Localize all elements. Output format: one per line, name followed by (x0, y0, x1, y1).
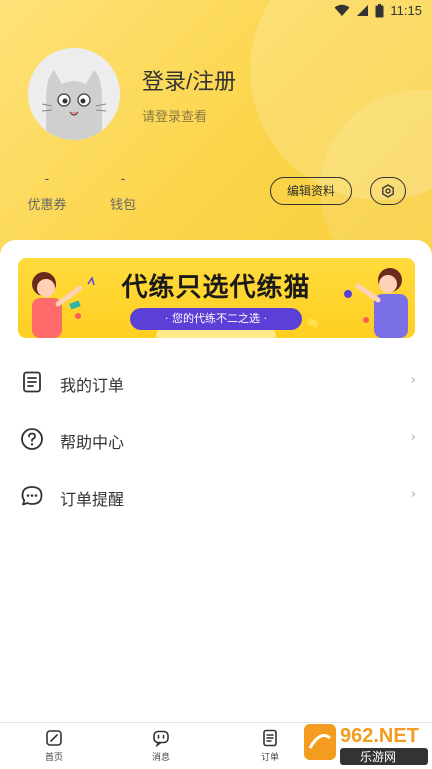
wallet-label: 钱包 (109, 197, 136, 212)
question-icon (21, 428, 43, 450)
chevron-right-icon: › (410, 373, 416, 388)
status-time: 11:15 (390, 3, 422, 18)
menu-label-my-orders: 我的订单 (60, 378, 125, 395)
login-hint-text: 请登录查看 (142, 109, 208, 124)
watermark-logo: 962.NET 乐游网 (300, 718, 432, 769)
settings-button[interactable] (370, 177, 406, 205)
coupon-label: 优惠券 (27, 197, 67, 212)
settings-icon (382, 184, 394, 198)
coupon-stat[interactable]: - 优惠券 (17, 170, 77, 213)
edit-profile-button[interactable]: 编辑资料 (270, 177, 352, 205)
home-icon (46, 730, 62, 746)
chevron-right-icon: › (410, 487, 416, 502)
order-list-icon (23, 371, 41, 393)
order-icon (263, 729, 277, 747)
wifi-icon (334, 4, 350, 16)
menu-label-order-reminder: 订单提醒 (60, 492, 125, 509)
battery-icon (375, 3, 384, 17)
promo-banner[interactable]: 代练只选代练猫 · 您的代练不二之选 · (18, 258, 415, 338)
login-register-link[interactable]: 登录/注册 (142, 64, 236, 96)
menu-label-help-center: 帮助中心 (60, 435, 125, 452)
signal-icon (357, 5, 369, 16)
menu-item-help-center[interactable]: 帮助中心 › (0, 415, 432, 463)
banner-tagline: · 您的代练不二之选 · (130, 308, 302, 330)
chevron-right-icon: › (410, 430, 416, 445)
cat-avatar-icon (28, 48, 120, 140)
tab-orders[interactable]: 订单 (240, 729, 300, 763)
watermark-sub: 乐游网 (360, 750, 396, 764)
tab-messages-label: 消息 (151, 753, 170, 763)
message-icon (153, 730, 169, 747)
chat-bubble-icon (21, 486, 43, 506)
status-bar: 11:15 (0, 0, 432, 24)
watermark-brand: 962.NET (340, 725, 419, 747)
tab-messages[interactable]: 消息 (131, 729, 191, 763)
banner-title: 代练只选代练猫 (121, 273, 311, 303)
tab-home[interactable]: 首页 (24, 729, 84, 763)
avatar[interactable] (28, 48, 120, 140)
menu-item-my-orders[interactable]: 我的订单 › (0, 358, 432, 406)
menu-item-order-reminder[interactable]: 订单提醒 › (0, 472, 432, 520)
coupon-count: - (44, 170, 50, 186)
tab-home-label: 首页 (44, 753, 63, 763)
tab-orders-label: 订单 (260, 753, 279, 763)
wallet-stat[interactable]: - 钱包 (93, 170, 153, 213)
wallet-balance: - (120, 170, 126, 186)
